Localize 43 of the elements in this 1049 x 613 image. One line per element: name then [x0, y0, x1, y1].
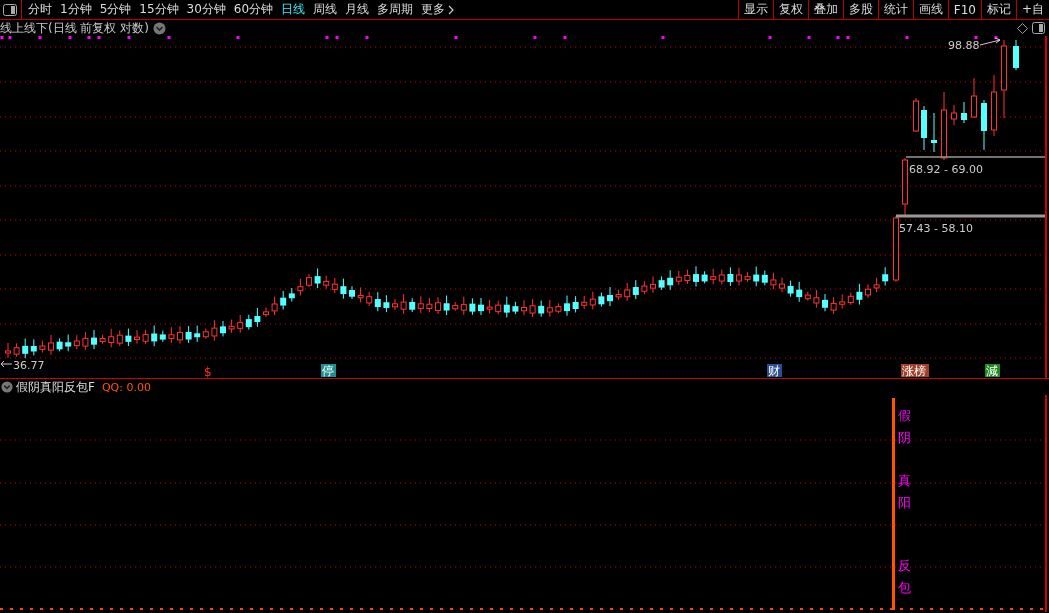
price-range-label: 68.92 - 69.00	[909, 163, 983, 176]
signal-label: 反包	[898, 557, 911, 598]
toolbar-button[interactable]: 叠加	[807, 0, 843, 19]
arrow-icon	[0, 360, 13, 368]
chevron-icon	[448, 4, 456, 15]
low-price-label: 36.77	[13, 359, 45, 372]
period-tab[interactable]: 多周期	[373, 0, 418, 19]
toolbar-button[interactable]: 多股	[842, 0, 878, 19]
diamond-icon[interactable]	[1017, 22, 1028, 34]
chart-title: 线上线下(日线 前复权 对数)	[0, 19, 149, 37]
toolbar-button[interactable]: F10	[947, 0, 981, 19]
dropdown-icon[interactable]	[1, 381, 13, 393]
period-tab[interactable]: 60分钟	[229, 0, 278, 19]
event-tag[interactable]: 停	[321, 364, 336, 378]
signal-label: 假阴	[898, 407, 911, 448]
indicator-readout: QQ: 0.00	[101, 380, 151, 394]
signal-label: 真阳	[898, 472, 911, 513]
period-tab[interactable]: 5分钟	[95, 0, 136, 19]
toolbar-button[interactable]: 标记	[980, 0, 1016, 19]
period-tab[interactable]: 日线	[277, 0, 310, 19]
indicator-name: 假阴真阳反包F	[16, 378, 95, 396]
dropdown-icon[interactable]	[153, 21, 166, 35]
toolbar-button[interactable]: 画线	[912, 0, 948, 19]
toolbar-button[interactable]: +自	[1015, 0, 1049, 19]
toolbar-button[interactable]: 显示	[737, 0, 773, 19]
period-tab[interactable]: 更多	[417, 0, 460, 19]
event-tag[interactable]: 涨榜	[901, 364, 929, 378]
period-tab[interactable]: 分时	[24, 0, 56, 19]
period-tab[interactable]: 月线	[341, 0, 374, 19]
period-tab[interactable]: 1分钟	[56, 0, 96, 19]
arrow-icon	[979, 37, 1001, 46]
event-tag[interactable]: 減	[985, 364, 1000, 378]
event-marker: $	[204, 365, 212, 378]
period-tab[interactable]: 30分钟	[182, 0, 230, 19]
panel-toggle-icon[interactable]	[1032, 22, 1045, 34]
period-tab[interactable]: 15分钟	[135, 0, 183, 19]
high-price-label: 98.88	[948, 39, 980, 52]
panel-toggle-icon[interactable]	[3, 3, 17, 16]
toolbar-button[interactable]: 复权	[772, 0, 808, 19]
period-tab[interactable]: 周线	[309, 0, 342, 19]
price-range-label: 57.43 - 58.10	[899, 222, 973, 235]
toolbar-button[interactable]: 统计	[877, 0, 913, 19]
event-tag[interactable]: 财	[767, 364, 782, 378]
